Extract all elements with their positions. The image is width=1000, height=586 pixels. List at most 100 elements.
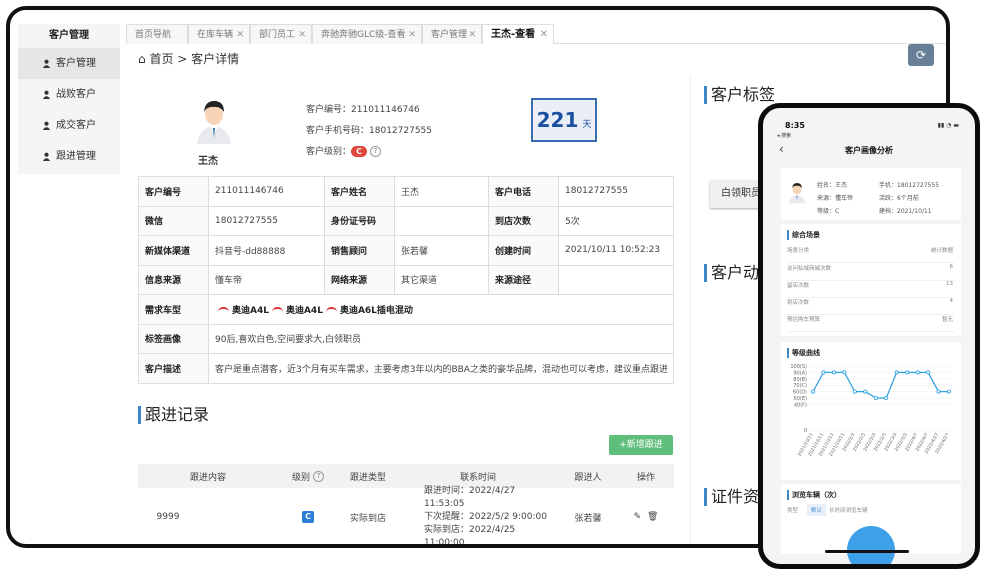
customer-code: 211011146746 [351, 105, 420, 115]
profile-field: 手机：18012727555 [879, 182, 940, 189]
browse-tab-default[interactable]: 默认 [807, 504, 827, 516]
profile-field: 来源：懂车帝 [817, 195, 854, 202]
browse-tab-long[interactable]: 长时间浏览车辆 [829, 506, 868, 514]
close-icon[interactable]: ✕ [468, 25, 476, 45]
sidebar-item-lost[interactable]: 战败客户 [18, 79, 120, 110]
code-label: 客户编号： [306, 105, 352, 115]
sidebar-item-followups[interactable]: 跟进管理 [18, 141, 120, 172]
profile-field: 活跃：6个月前 [879, 195, 919, 202]
browse-type-label: 类型 [787, 508, 799, 514]
col-header: 跟进类型 [349, 472, 386, 483]
days-unit: 天 [582, 120, 592, 130]
cell-value: 18012727555 [208, 205, 325, 236]
edit-icon[interactable]: ✎ [634, 512, 642, 522]
data-point [842, 370, 847, 375]
time-line: 下次提醒：2022/5/2 9:00:00 [424, 511, 547, 522]
demand-row: 需求车型 奥迪A4L 奥迪A4L 奥迪A6L插电混动 [138, 294, 674, 325]
sidebar-item-label: 跟进管理 [56, 151, 96, 162]
back-to-search[interactable]: ◂ 搜索 [777, 132, 791, 139]
tab-car-view[interactable]: 奔驰奔驰GLC级-查看 ✕ [312, 24, 422, 44]
scene-row: 预估购车预算 暂无 [787, 315, 955, 332]
status-time: 8:35 [785, 121, 805, 130]
customer-code-line: 客户编号：211011146746 [306, 102, 420, 115]
scene-row: 到店次数 4 [787, 298, 955, 315]
info-row: 新媒体渠道 抖音号-dd88888 销售顾问 张若馨 创建时间 2021/10/11 10… [138, 235, 674, 266]
phone-frame: 8:35 ◂ 搜索 ▮▮ ◔ ▬ ‹ 客户画像分析 姓名：王杰 手机：18012… [758, 103, 980, 569]
refresh-button[interactable]: ⟳ [908, 44, 934, 66]
days-counter: 221 天 [531, 98, 597, 142]
cell-header: 销售顾问 [324, 235, 395, 266]
cell-header: 客户姓名 [324, 176, 395, 207]
close-icon[interactable]: ✕ [298, 25, 306, 45]
tab-label: 奔驰奔驰GLC级-查看 [321, 30, 406, 40]
close-icon[interactable]: ✕ [236, 25, 244, 45]
followup-person: 张若馨 [574, 513, 602, 524]
tag-value: 90后,喜欢白色,空间要求大,白领职员 [208, 323, 674, 354]
followup-type: 实际到店 [349, 513, 386, 524]
sidebar-item-label: 成交客户 [56, 120, 96, 131]
car-icon [218, 306, 229, 314]
cell-value: 211011146746 [208, 176, 325, 207]
breadcrumb-home[interactable]: 首页 [149, 52, 173, 66]
cell-header: 身份证号码 [324, 205, 395, 236]
cell-value: 张若馨 [394, 235, 489, 266]
data-point [821, 370, 826, 375]
y-tick-label: 50(E) [794, 396, 807, 402]
followup-title: 跟进记录 [138, 406, 209, 424]
y-tick-label: 70(C) [793, 383, 807, 389]
cell-header: 创建时间 [488, 235, 559, 266]
sidebar-item-deals[interactable]: 成交客户 [18, 110, 120, 141]
tab-home-nav[interactable]: 首页导航 [126, 24, 188, 44]
customer-level-line: 客户级别： C? [306, 144, 382, 157]
cell-header: 信息来源 [138, 264, 209, 295]
car-icon [325, 306, 337, 314]
followup-table-header: 跟进内容 级别? 跟进类型 联系时间 跟进人 操作 [138, 464, 674, 488]
tab-label: 首页导航 [135, 30, 172, 40]
profile-field: 姓名：王杰 [817, 182, 848, 189]
scene-card: 综合场景 场景分类 统计数据 访问私域商城次数 6 留店次数 13 到店次数 4 预估购… [781, 224, 961, 336]
browse-card: 浏览车辆（次） 类型 默认 长时间浏览车辆 [781, 484, 961, 564]
sidebar-item-customers[interactable]: 客户管理 [18, 48, 120, 79]
info-row: 客户编号 211011146746 客户姓名 王杰 客户电话 18012727555 [138, 176, 674, 207]
y-tick-label: 0 [804, 428, 807, 434]
data-point [873, 396, 878, 401]
scene-header: 场景分类 统计数据 [787, 246, 955, 263]
tab-customer-view[interactable]: 王杰-查看 ✕ [482, 24, 554, 44]
close-icon[interactable]: ✕ [408, 25, 416, 45]
home-icon[interactable]: ⌂ [138, 52, 149, 66]
level-chart: 040(F)50(E)60(D)70(C)80(B)90(A)100(S)202… [790, 364, 953, 457]
data-point [852, 389, 857, 394]
sidebar-title: 客户管理 [49, 30, 89, 41]
cell-header: 网络来源 [324, 264, 395, 295]
delete-icon[interactable]: 🗑 [647, 512, 658, 522]
tab-label: 在库车辆 [197, 30, 234, 40]
tab-staff[interactable]: 部门员工 ✕ [250, 24, 312, 44]
data-point [946, 389, 951, 394]
data-point [831, 370, 836, 375]
user-icon [42, 121, 51, 130]
scene-title: 综合场景 [787, 230, 820, 240]
curve-title: 等级曲线 [787, 348, 820, 358]
cell-header: 来源途径 [488, 264, 559, 295]
user-icon [42, 59, 51, 68]
cell-header: 到店次数 [488, 205, 559, 236]
tab-bar: 首页导航 在库车辆 ✕ 部门员工 ✕ 奔驰奔驰GLC级-查看 ✕ 客户管理 ✕ 王杰-查… [126, 24, 946, 44]
phone-title: 客户画像分析 [845, 146, 893, 155]
refresh-icon: ⟳ [915, 48, 927, 62]
data-point [884, 396, 889, 401]
close-icon[interactable]: ✕ [540, 25, 548, 45]
add-followup-button[interactable]: +新增跟进 [609, 435, 673, 455]
data-point [936, 389, 941, 394]
browse-title: 浏览车辆（次） [787, 490, 841, 500]
customer-info-table: 客户编号 211011146746 客户姓名 王杰 客户电话 18012727555 微信 1… [138, 176, 674, 384]
tab-customer-mgmt[interactable]: 客户管理 ✕ [422, 24, 482, 44]
breadcrumb-current: 客户详情 [191, 52, 240, 66]
car-model: 奥迪A4L [232, 305, 269, 316]
help-icon[interactable]: ? [370, 146, 382, 157]
car-model: 奥迪A6L插电混动 [339, 305, 413, 316]
profile-field: 建档：2021/10/11 [879, 208, 932, 215]
y-tick-label: 60(D) [793, 390, 807, 396]
help-icon[interactable]: ? [313, 470, 324, 482]
col-header: 操作 [636, 472, 655, 483]
tab-stock[interactable]: 在库车辆 ✕ [188, 24, 250, 44]
